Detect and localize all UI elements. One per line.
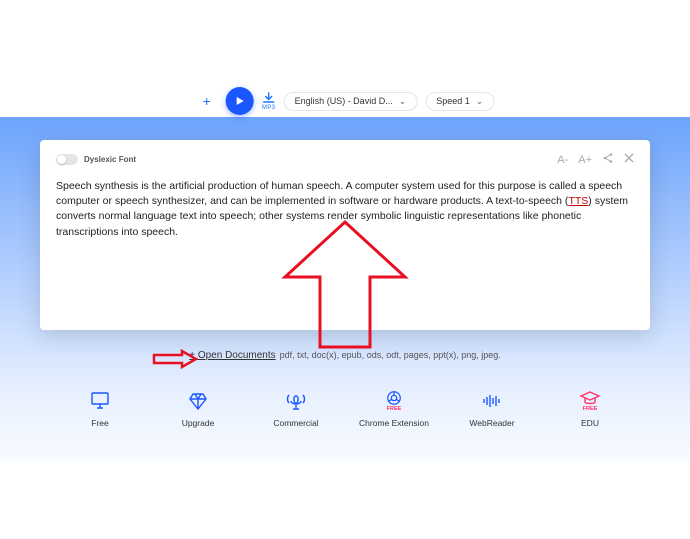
footer-label: Commercial — [273, 418, 318, 428]
close-button[interactable] — [624, 153, 634, 166]
close-icon — [624, 153, 634, 163]
free-tag: FREE — [387, 406, 402, 412]
dyslexic-font-toggle[interactable]: Dyslexic Font — [56, 154, 136, 165]
chrome-icon — [385, 390, 403, 406]
body-text-pre: Speech synthesis is the artificial produ… — [56, 180, 622, 207]
share-icon — [602, 152, 614, 164]
text-content[interactable]: Speech synthesis is the artificial produ… — [56, 179, 634, 240]
mic-broadcast-icon — [285, 391, 307, 411]
add-button[interactable]: + — [196, 90, 218, 112]
open-documents-row: + Open Documents pdf, txt, doc(x), epub,… — [189, 350, 501, 361]
tts-link[interactable]: TTS — [568, 195, 588, 207]
diamond-icon — [188, 391, 208, 411]
footer-edu[interactable]: FREE EDU — [550, 390, 630, 428]
graduation-cap-icon — [579, 390, 601, 406]
play-icon — [235, 96, 245, 106]
player-controls: + MP3 English (US) - David D... ⌄ Speed … — [196, 87, 495, 115]
card-tools: A- A+ — [557, 152, 634, 167]
sound-wave-icon — [481, 392, 503, 410]
footer-label: Free — [91, 418, 108, 428]
footer-label: EDU — [581, 418, 599, 428]
footer-webreader[interactable]: WebReader — [452, 390, 532, 428]
toggle-switch-icon — [56, 154, 78, 165]
top-whitespace — [0, 0, 690, 75]
speed-select[interactable]: Speed 1 ⌄ — [425, 92, 494, 111]
footer-commercial[interactable]: Commercial — [256, 390, 336, 428]
monitor-icon — [89, 391, 111, 411]
free-tag: FREE — [583, 406, 598, 412]
footer-chrome[interactable]: FREE Chrome Extension — [354, 390, 434, 428]
card-header: Dyslexic Font A- A+ — [56, 152, 634, 167]
footer-upgrade[interactable]: Upgrade — [158, 390, 238, 428]
download-label: MP3 — [262, 105, 275, 111]
footer-label: WebReader — [469, 418, 514, 428]
footer-icon-row: Free Upgrade Commercial FREE Chrome Exte… — [40, 390, 650, 428]
play-button[interactable] — [226, 87, 254, 115]
share-button[interactable] — [602, 152, 614, 167]
download-mp3-button[interactable]: MP3 — [262, 92, 276, 111]
footer-label: Chrome Extension — [359, 418, 429, 428]
speed-label: Speed 1 — [436, 96, 470, 106]
font-decrease-button[interactable]: A- — [557, 154, 568, 166]
open-documents-formats: pdf, txt, doc(x), epub, ods, odt, pages,… — [280, 350, 501, 360]
font-increase-button[interactable]: A+ — [578, 154, 592, 166]
footer-free[interactable]: Free — [60, 390, 140, 428]
chevron-down-icon: ⌄ — [476, 96, 484, 107]
chevron-down-icon: ⌄ — [399, 96, 407, 107]
footer-label: Upgrade — [182, 418, 215, 428]
voice-label: English (US) - David D... — [295, 96, 393, 106]
download-icon — [262, 92, 276, 104]
dyslexic-font-label: Dyslexic Font — [84, 155, 136, 164]
open-documents-link[interactable]: + Open Documents — [189, 350, 275, 361]
voice-select[interactable]: English (US) - David D... ⌄ — [284, 92, 418, 111]
text-card: Dyslexic Font A- A+ Speech synthesis is … — [40, 140, 650, 330]
